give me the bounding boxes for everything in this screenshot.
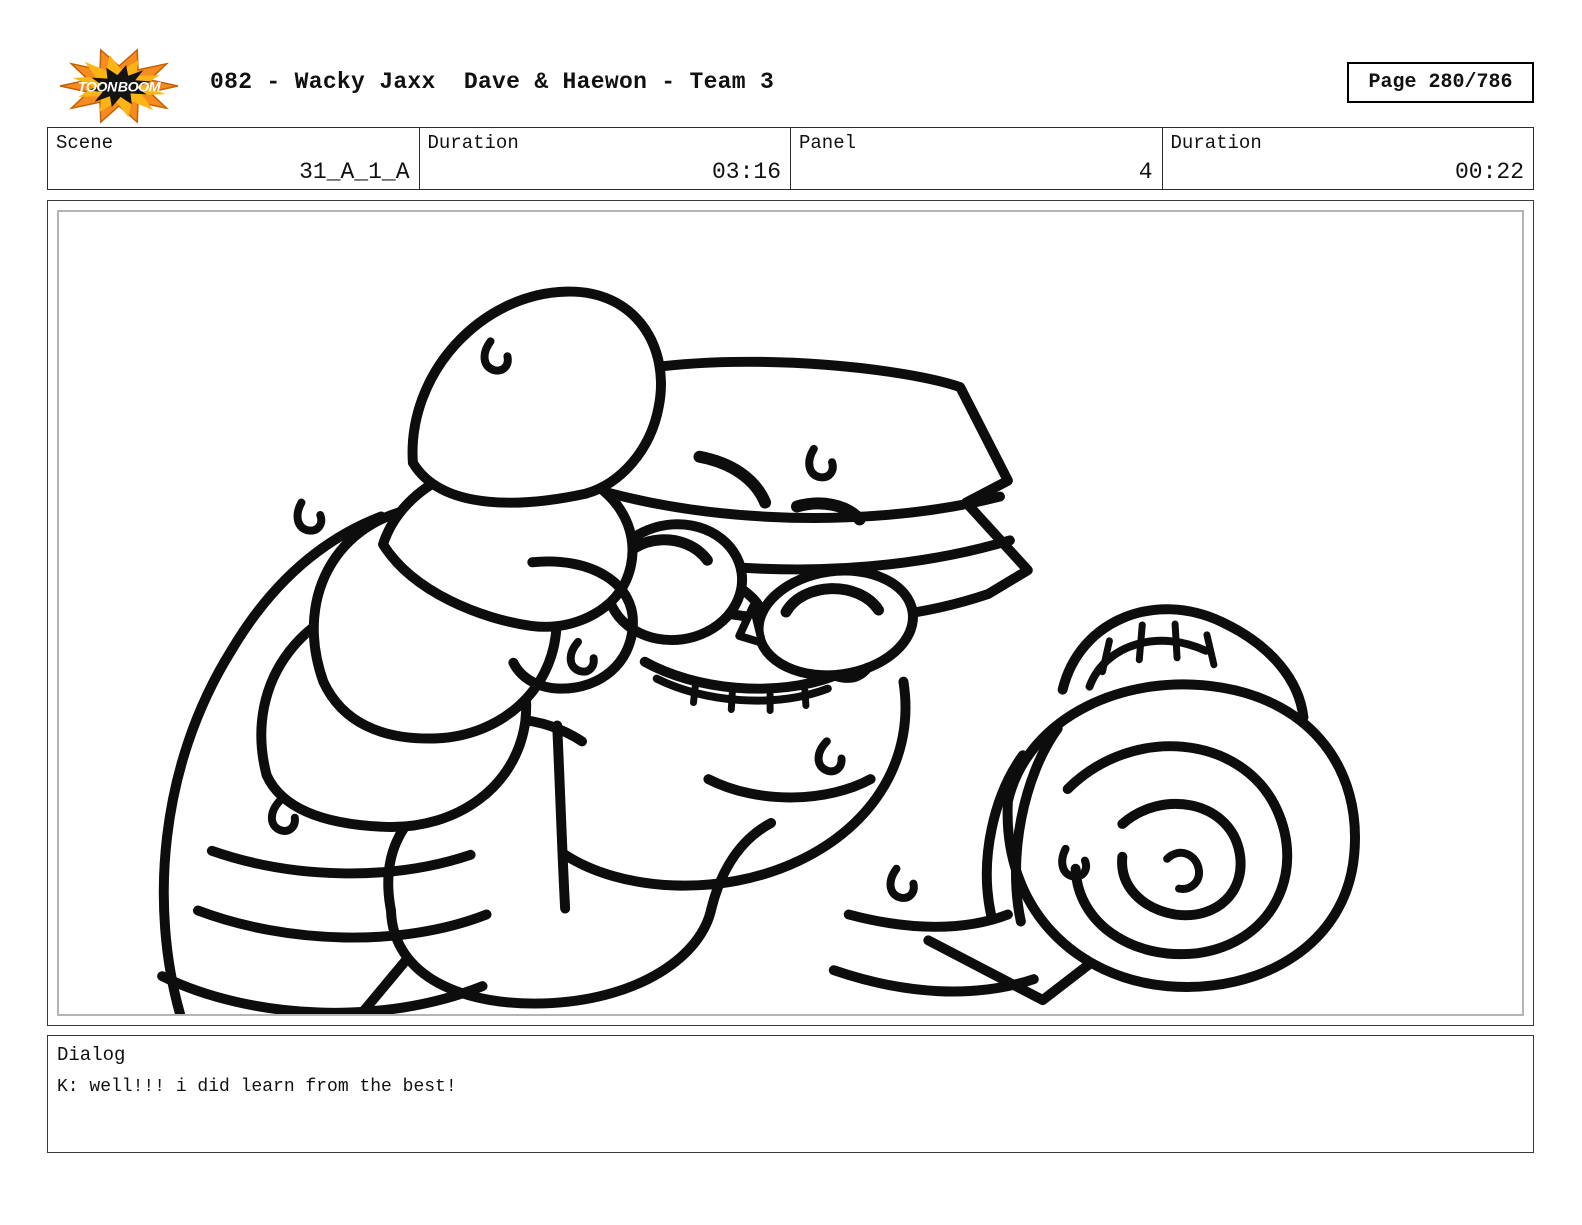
sketch-tooth-4 [801,687,810,710]
panel-duration-label: Duration [1170,132,1262,154]
panel-drawing [157,286,1360,1014]
scene-duration-cell: Duration 03:16 [420,128,791,189]
sketch-tooth-1 [690,681,699,707]
page-title: 082 - Wacky Jaxx Dave & Haewon - Team 3 [210,69,775,95]
sketch-fan-tick-4 [1203,631,1218,669]
panel-number-value: 4 [1138,159,1153,185]
sweat-drop-icon [817,741,844,773]
sweat-drop-icon [570,641,596,672]
sketch-fan-tick-3 [1171,620,1181,662]
scene-duration-label: Duration [427,132,519,154]
storyboard-panel-frame [57,210,1524,1016]
sweat-drop-icon [296,500,323,532]
logo-text: TOONBOOM [78,80,162,96]
sketch-tooth-2 [727,689,736,714]
dialog-text: K: well!!! i did learn from the best! [57,1077,457,1097]
scene-label: Scene [56,132,114,154]
page-indicator-text: Page 280/786 [1368,71,1513,94]
sketch-body-right [706,817,777,914]
dialog-label: Dialog [57,1044,126,1066]
panel-duration-cell: Duration 00:22 [1163,128,1534,189]
scene-value: 31_A_1_A [299,159,410,185]
sketch-fan-tick-1 [1098,637,1113,676]
toon-boom-logo: TOONBOOM [59,48,179,124]
dialog-box: Dialog K: well!!! i did learn from the b… [47,1035,1534,1153]
sketch-arm-band-2 [192,905,492,943]
sketch-forearm-top [843,909,1013,932]
panel-duration-value: 00:22 [1454,159,1524,185]
panel-number-label: Panel [799,132,857,154]
sweat-drop-icon [891,869,914,898]
sketch-finger-index [407,286,666,508]
sketch-lower-lip [703,774,876,803]
page-indicator: Page 280/786 [1347,62,1534,103]
sketch-fan-tick-2 [1135,621,1146,664]
scene-duration-value: 03:16 [711,159,781,185]
storyboard-page: TOONBOOM 082 - Wacky Jaxx Dave & Haewon … [0,0,1582,1225]
scene-cell: Scene 31_A_1_A [48,128,420,189]
panel-number-cell: Panel 4 [791,128,1163,189]
sketch-belly [386,903,717,1009]
sketch-arm-band-1 [206,845,476,879]
storyboard-panel [47,200,1534,1026]
info-row: Scene 31_A_1_A Duration 03:16 Panel 4 Du… [47,127,1534,190]
sketch-chest-crease [552,720,571,914]
